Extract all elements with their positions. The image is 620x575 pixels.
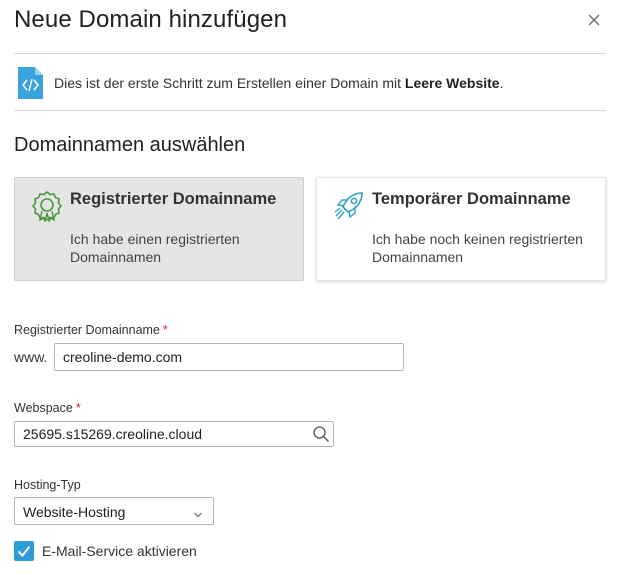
hosting-type-value: Website-Hosting <box>23 504 126 520</box>
email-service-label[interactable]: E-Mail-Service aktivieren <box>42 543 197 559</box>
domain-label-text: Registrierter Domainname <box>14 323 160 337</box>
rocket-icon <box>333 190 365 222</box>
required-mark: * <box>75 401 81 415</box>
info-text-strong: Leere Website <box>404 75 500 91</box>
info-divider <box>14 110 606 111</box>
header-divider <box>14 53 606 54</box>
award-badge-icon <box>31 190 63 224</box>
domain-name-input[interactable] <box>54 343 404 371</box>
option-temporary-domain[interactable]: Temporärer Domainname Ich habe noch kein… <box>316 177 606 281</box>
chevron-down-icon <box>193 507 203 518</box>
close-icon[interactable] <box>586 12 602 28</box>
code-file-icon <box>16 66 44 100</box>
hosting-type-label: Hosting-Typ <box>14 478 81 492</box>
option-registered-domain[interactable]: Registrierter Domainname Ich habe einen … <box>14 177 304 281</box>
option-title: Registrierter Domainname <box>70 190 277 208</box>
option-description: Ich habe noch keinen registrierten Domai… <box>372 231 583 265</box>
dialog-title: Neue Domain hinzufügen <box>14 6 288 33</box>
required-mark: * <box>162 323 168 337</box>
info-text-suffix: . <box>499 75 504 91</box>
option-description: Ich habe einen registrierten Domainnamen <box>70 231 240 265</box>
section-title: Domainnamen auswählen <box>14 134 246 156</box>
info-message: Dies ist der erste Schritt zum Erstellen… <box>54 75 503 91</box>
webspace-input[interactable] <box>14 421 334 447</box>
search-icon[interactable] <box>312 425 330 443</box>
hosting-type-select[interactable]: Website-Hosting <box>14 497 214 525</box>
webspace-label-text: Webspace <box>14 401 73 415</box>
domain-field-label: Registrierter Domainname * <box>14 323 168 337</box>
info-text-prefix: Dies ist der erste Schritt zum Erstellen… <box>54 75 405 91</box>
checkmark-icon <box>17 545 31 558</box>
domain-prefix: www. <box>14 349 48 365</box>
webspace-field-label: Webspace * <box>14 401 81 415</box>
option-title: Temporärer Domainname <box>372 190 571 208</box>
email-service-checkbox[interactable] <box>14 541 34 561</box>
